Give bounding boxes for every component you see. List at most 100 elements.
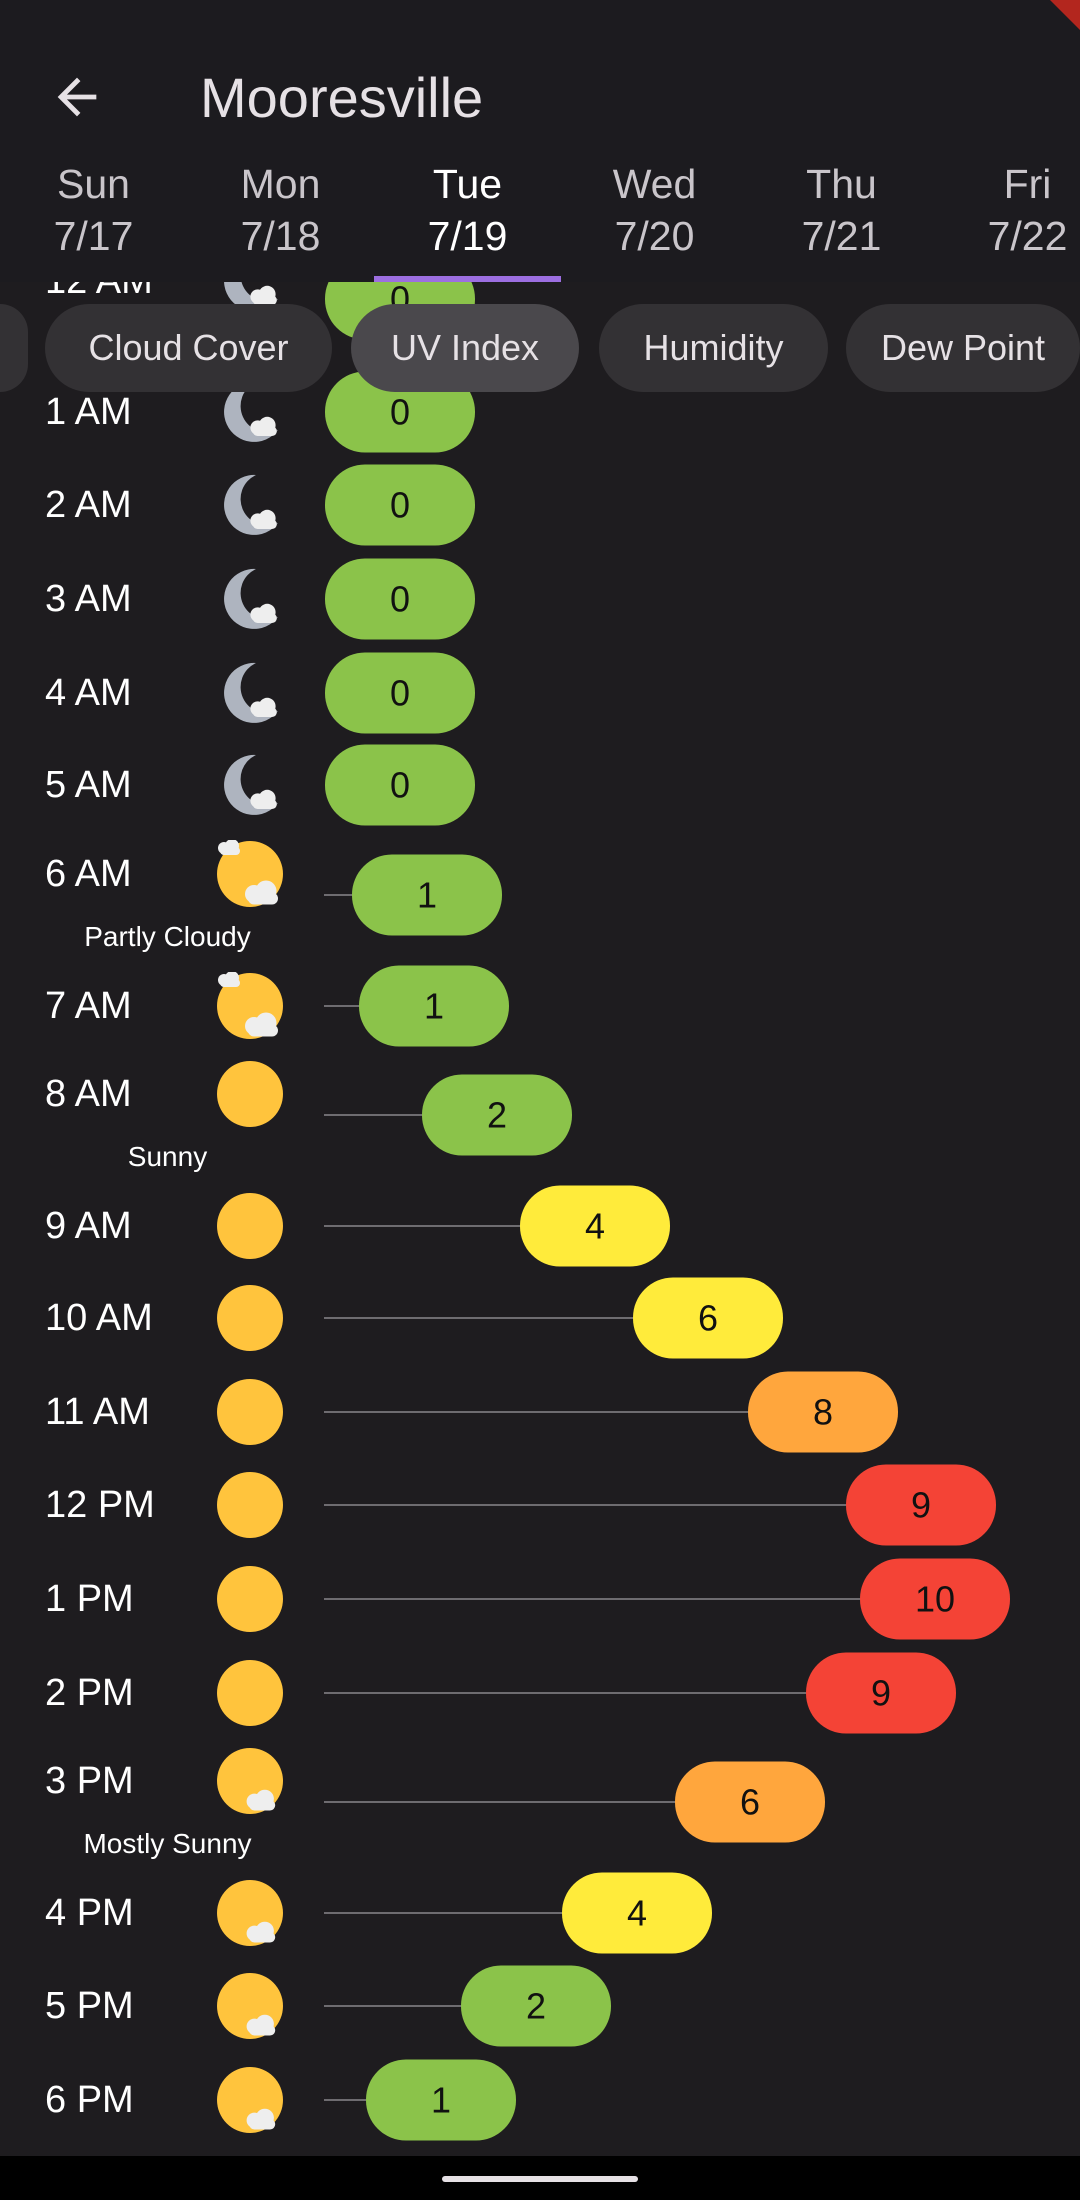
chip-cloud-cover[interactable]: Cloud Cover <box>45 304 332 392</box>
condition-label: Partly Cloudy <box>84 921 251 952</box>
tab-day: Mon <box>240 161 321 207</box>
uv-value-pill: 0 <box>325 744 475 826</box>
partly-cloudy-icon <box>216 839 284 908</box>
chip-humidity[interactable]: Humidity <box>599 304 828 392</box>
hour-time: 4 PM <box>45 1892 134 1934</box>
connector-line <box>324 2005 461 2007</box>
sun-icon <box>216 1471 284 1539</box>
uv-value-pill: 0 <box>325 558 475 640</box>
hour-time: 6 PM <box>45 2079 134 2121</box>
connector-line <box>324 1411 748 1413</box>
hour-time: 11 AM <box>45 1391 150 1433</box>
uv-value-pill: 9 <box>846 1464 996 1546</box>
sun-icon <box>216 1192 284 1260</box>
metric-chips: Cloud Cover UV Index Humidity Dew Point <box>0 304 1080 392</box>
tab-date: 7/20 <box>614 213 695 259</box>
hour-time: 12 PM <box>45 1484 155 1526</box>
tab-day: Sun <box>57 161 130 207</box>
uv-value-pill: 2 <box>422 1074 572 1156</box>
hour-time: 12 AM <box>45 282 153 303</box>
hour-time: 6 AM <box>45 853 132 895</box>
hour-time: 5 AM <box>45 764 132 806</box>
uv-value-pill: 1 <box>359 965 509 1047</box>
tab-day: Thu <box>806 161 877 207</box>
moon-cloud-icon <box>216 659 284 727</box>
tab-date: 7/17 <box>53 213 134 259</box>
debug-banner <box>1050 0 1080 30</box>
tab-date: 7/22 <box>987 213 1068 259</box>
tab-day: Wed <box>612 161 697 207</box>
sun-icon <box>216 1378 284 1446</box>
condition-label: Sunny <box>127 1141 208 1172</box>
tab-date: 7/18 <box>240 213 321 259</box>
tab-indicator <box>374 276 561 282</box>
uv-value-pill: 2 <box>461 1965 611 2047</box>
connector-line <box>324 1225 520 1227</box>
tab-sun[interactable]: Sun 7/17 <box>0 158 187 262</box>
sun-icon <box>216 1565 284 1633</box>
mostly-sunny-icon <box>216 2066 284 2134</box>
condition-label: Mostly Sunny <box>83 1828 252 1859</box>
uv-value-pill: 10 <box>860 1558 1010 1640</box>
app-bar: Mooresville Sun 7/17 Mon 7/18 Tue 7/19 Wed 7/20… <box>0 0 1080 282</box>
hour-time: 9 AM <box>45 1205 132 1247</box>
hour-time: 8 AM <box>45 1073 132 1115</box>
moon-cloud-icon <box>216 751 284 819</box>
chip-dew-point[interactable]: Dew Point <box>846 304 1080 392</box>
tab-tue[interactable]: Tue 7/19 <box>374 158 561 262</box>
hour-time: 1 PM <box>45 1578 134 1620</box>
connector-line <box>324 1801 675 1803</box>
mostly-sunny-icon <box>216 1972 284 2040</box>
system-nav-bar <box>0 2156 1080 2200</box>
hour-time: 3 PM <box>45 1760 134 1802</box>
connector-line <box>324 1692 806 1694</box>
uv-value-pill: 0 <box>325 464 475 546</box>
partly-cloudy-icon <box>216 971 284 1040</box>
hour-time: 5 PM <box>45 1985 134 2027</box>
chip-uv-index[interactable]: UV Index <box>351 304 579 392</box>
uv-value-pill: 6 <box>675 1761 825 1843</box>
connector-line <box>324 1504 846 1506</box>
back-button[interactable] <box>48 68 106 126</box>
tab-fri[interactable]: Fri 7/22 <box>935 158 1080 262</box>
hour-time: 2 PM <box>45 1672 134 1714</box>
tab-day: Fri <box>1003 161 1052 207</box>
tab-day: Tue <box>432 161 503 207</box>
mostly-sunny-icon <box>216 1747 284 1815</box>
hour-time: 3 AM <box>45 578 132 620</box>
uv-value-pill: 8 <box>748 1371 898 1453</box>
mostly-sunny-icon <box>216 1879 284 1947</box>
moon-cloud-icon <box>216 565 284 633</box>
hour-time: 4 AM <box>45 672 132 714</box>
connector-line <box>324 1598 860 1600</box>
uv-value-pill: 1 <box>352 854 502 936</box>
hourly-list[interactable]: 12 AM01 AM02 AM03 AM04 AM05 AM06 AMPartl… <box>0 282 1080 2156</box>
tab-date: 7/21 <box>801 213 882 259</box>
hour-time: 10 AM <box>45 1297 153 1339</box>
tab-date: 7/19 <box>427 213 508 259</box>
sun-icon <box>216 1659 284 1727</box>
chip-partial[interactable] <box>0 304 28 392</box>
uv-value-pill: 1 <box>366 2059 516 2141</box>
sun-icon <box>216 1284 284 1352</box>
uv-value-pill: 9 <box>806 1652 956 1734</box>
tab-mon[interactable]: Mon 7/18 <box>187 158 374 262</box>
connector-line <box>324 2099 366 2101</box>
tab-wed[interactable]: Wed 7/20 <box>561 158 748 262</box>
moon-cloud-icon <box>216 471 284 539</box>
hour-time: 1 AM <box>45 391 132 433</box>
home-handle[interactable] <box>442 2176 638 2182</box>
connector-line <box>324 1005 359 1007</box>
connector-line <box>324 894 352 896</box>
page-title: Mooresville <box>200 66 484 129</box>
uv-value-pill: 4 <box>520 1185 670 1267</box>
tab-thu[interactable]: Thu 7/21 <box>748 158 935 262</box>
sun-icon <box>216 1060 284 1128</box>
hour-time: 2 AM <box>45 484 132 526</box>
connector-line <box>324 1317 633 1319</box>
uv-value-pill: 0 <box>325 652 475 734</box>
connector-line <box>324 1912 562 1914</box>
connector-line <box>324 1114 422 1116</box>
uv-value-pill: 6 <box>633 1277 783 1359</box>
hour-time: 7 AM <box>45 985 132 1027</box>
